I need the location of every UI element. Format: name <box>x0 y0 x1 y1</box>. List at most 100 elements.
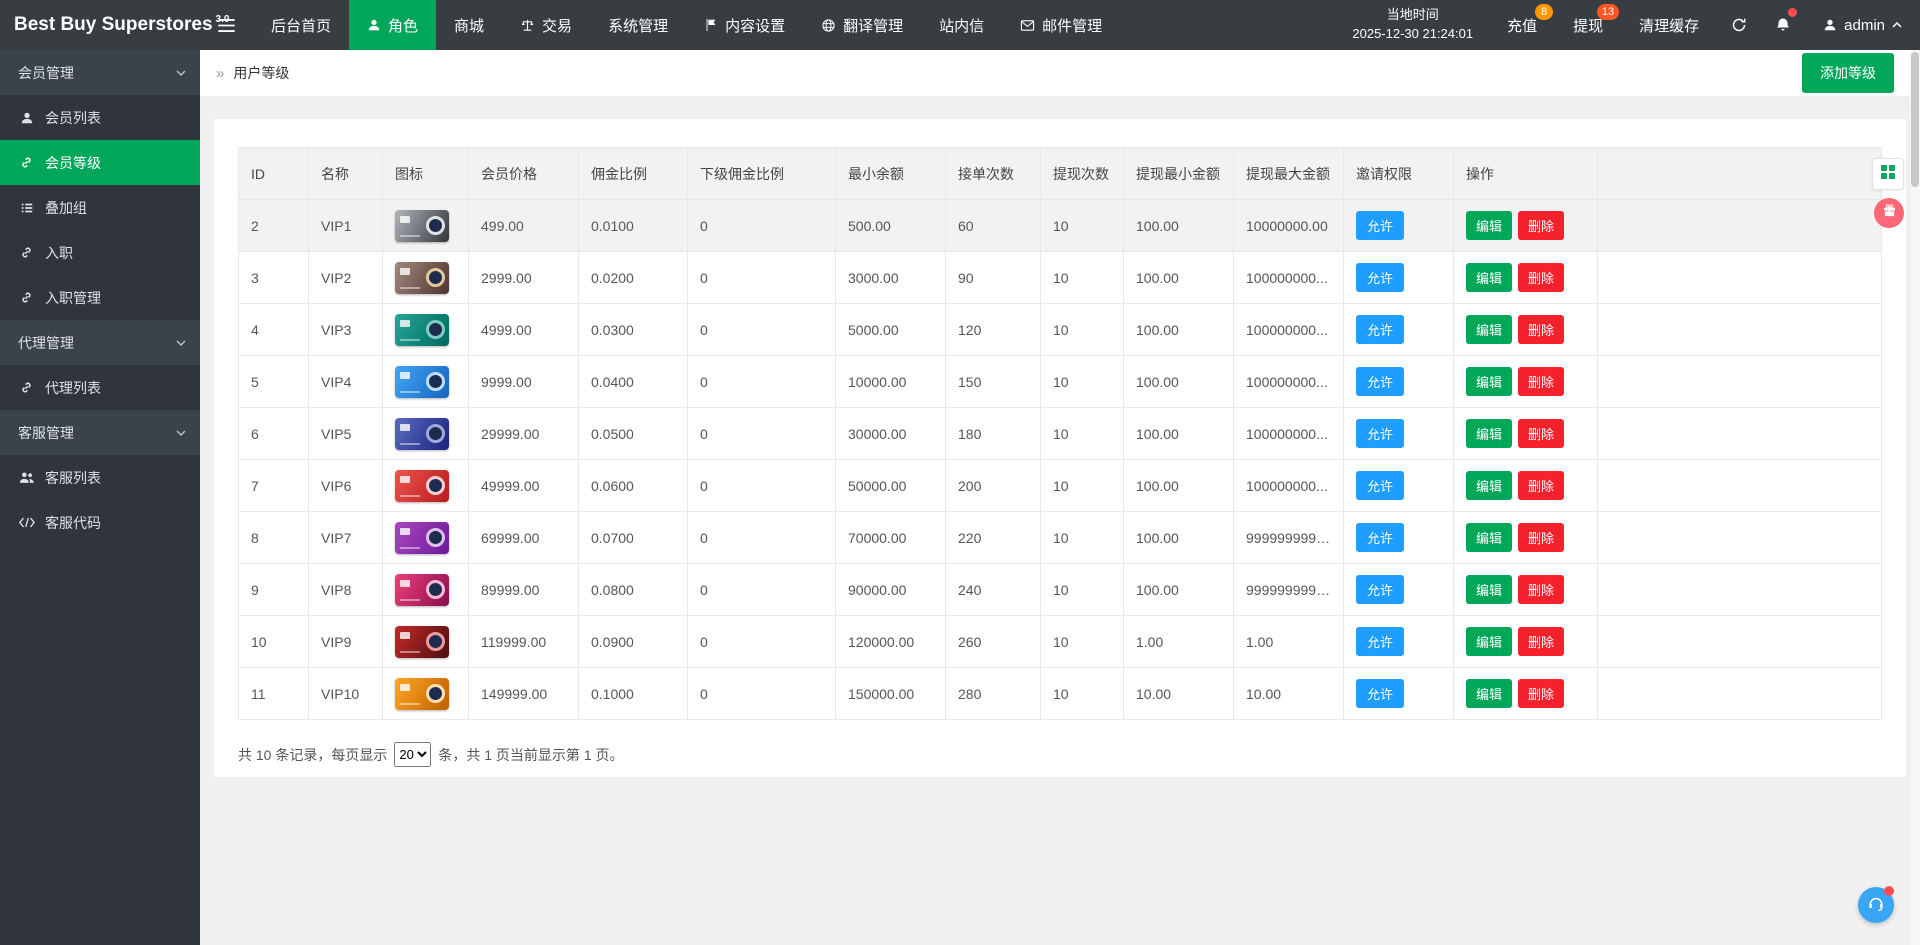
delete-button[interactable]: 删除 <box>1518 627 1565 656</box>
nav-item-messages[interactable]: 站内信 <box>921 0 1002 50</box>
clear-cache-button[interactable]: 清理缓存 <box>1621 0 1717 50</box>
recharge-button[interactable]: 充值 8 <box>1489 0 1555 50</box>
card-line <box>400 338 420 341</box>
breadcrumb: 用户等级 <box>233 65 290 81</box>
link-icon <box>18 156 35 169</box>
sidebar-item-member-management[interactable]: 会员管理 <box>0 50 200 95</box>
sidebar-item-service-list[interactable]: 客服列表 <box>0 455 200 500</box>
scrollbar-thumb[interactable] <box>1911 52 1919 187</box>
edit-button[interactable]: 编辑 <box>1466 523 1513 552</box>
card-coin <box>426 267 445 287</box>
nav-item-content[interactable]: 内容设置 <box>686 0 803 50</box>
delete-button[interactable]: 删除 <box>1518 367 1565 396</box>
cell-name: VIP8 <box>308 563 383 616</box>
allow-button[interactable]: 允许 <box>1356 315 1405 344</box>
delete-button[interactable]: 删除 <box>1518 419 1565 448</box>
customer-service-button[interactable] <box>1858 886 1894 923</box>
per-page-select[interactable]: 20 <box>394 742 432 767</box>
chevron-down-icon <box>176 429 186 436</box>
allow-button[interactable]: 允许 <box>1356 367 1405 396</box>
edit-button[interactable]: 编辑 <box>1466 679 1513 708</box>
local-time: 当地时间 2025-12-30 21:24:01 <box>1336 0 1489 50</box>
delete-button[interactable]: 删除 <box>1518 211 1565 240</box>
promo-float-button[interactable] <box>1874 198 1904 228</box>
cell-orders: 150 <box>945 355 1041 408</box>
add-level-button[interactable]: 添加等级 <box>1802 53 1894 93</box>
cell-orders: 120 <box>945 303 1041 356</box>
nav-item-trade[interactable]: 交易 <box>502 0 590 50</box>
allow-button[interactable]: 允许 <box>1356 211 1405 240</box>
sidebar-item-member-list[interactable]: 会员列表 <box>0 95 200 140</box>
edit-button[interactable]: 编辑 <box>1466 315 1513 344</box>
sidebar-item-stack-group[interactable]: 叠加组 <box>0 185 200 230</box>
allow-button[interactable]: 允许 <box>1356 679 1405 708</box>
edit-button[interactable]: 编辑 <box>1466 263 1513 292</box>
sidebar-item-service-management[interactable]: 客服管理 <box>0 410 200 455</box>
edit-button[interactable]: 编辑 <box>1466 627 1513 656</box>
nav-item-mall[interactable]: 商城 <box>436 0 502 50</box>
cell-max-withdraw: 10000000.00 <box>1233 199 1344 252</box>
allow-button[interactable]: 允许 <box>1356 263 1405 292</box>
cell-commission: 0.0800 <box>578 563 688 616</box>
navbar-right: 当地时间 2025-12-30 21:24:01 充值 8 提现 13 清理缓存 <box>1336 0 1920 50</box>
cell-filler <box>1597 667 1882 720</box>
cell-sub-commission: 0 <box>687 667 836 720</box>
table-row: 6 VIP5 29999.00 0.0500 0 30000.00 180 10 100.00 1… <box>238 407 1882 460</box>
nav-item-translate[interactable]: 翻译管理 <box>803 0 921 50</box>
sidebar-toggle-button[interactable] <box>200 0 253 50</box>
table-row: 3 VIP2 2999.00 0.0200 0 3000.00 90 10 100.00 1000… <box>238 251 1882 304</box>
allow-button[interactable]: 允许 <box>1356 627 1405 656</box>
nav-item-mail[interactable]: 邮件管理 <box>1002 0 1120 50</box>
delete-button[interactable]: 删除 <box>1518 679 1565 708</box>
cell-filler <box>1597 251 1882 304</box>
edit-button[interactable]: 编辑 <box>1466 471 1513 500</box>
delete-button[interactable]: 删除 <box>1518 575 1565 604</box>
sidebar-item-onboarding-management[interactable]: 入职管理 <box>0 275 200 320</box>
card-line <box>400 442 420 445</box>
nav-item-label: 后台首页 <box>271 17 332 35</box>
admin-menu[interactable]: admin <box>1805 0 1920 50</box>
delete-button[interactable]: 删除 <box>1518 523 1565 552</box>
delete-button[interactable]: 删除 <box>1518 315 1565 344</box>
cell-invite: 允许 <box>1343 407 1454 460</box>
sidebar-item-member-level[interactable]: 会员等级 <box>0 140 200 185</box>
allow-button[interactable]: 允许 <box>1356 419 1405 448</box>
sidebar-item-service-code[interactable]: 客服代码 <box>0 500 200 545</box>
sidebar-item-agent-management[interactable]: 代理管理 <box>0 320 200 365</box>
sidebar-item-agent-list[interactable]: 代理列表 <box>0 365 200 410</box>
edit-button[interactable]: 编辑 <box>1466 419 1513 448</box>
allow-button[interactable]: 允许 <box>1356 575 1405 604</box>
cell-price: 89999.00 <box>468 563 579 616</box>
user-icon <box>18 111 35 125</box>
cell-withdraw-times: 10 <box>1040 667 1124 720</box>
delete-button[interactable]: 删除 <box>1518 471 1565 500</box>
cell-icon <box>382 511 469 564</box>
cell-max-withdraw: 9999999999... <box>1233 511 1344 564</box>
nav-item-system[interactable]: 系统管理 <box>590 0 686 50</box>
cell-min-withdraw: 100.00 <box>1123 563 1234 616</box>
edit-button[interactable]: 编辑 <box>1466 575 1513 604</box>
edit-button[interactable]: 编辑 <box>1466 211 1513 240</box>
cell-icon <box>382 303 469 356</box>
withdraw-button[interactable]: 提现 13 <box>1555 0 1621 50</box>
cell-commission: 0.1000 <box>578 667 688 720</box>
cell-actions: 编辑 删除 <box>1453 511 1598 564</box>
cell-price: 4999.00 <box>468 303 579 356</box>
time-label: 当地时间 <box>1386 7 1439 23</box>
table-row: 4 VIP3 4999.00 0.0300 0 5000.00 120 10 100.00 100… <box>238 303 1882 356</box>
allow-button[interactable]: 允许 <box>1356 523 1405 552</box>
nav-item-dashboard[interactable]: 后台首页 <box>253 0 349 50</box>
nav-item-roles[interactable]: 角色 <box>349 0 437 50</box>
sidebar-item-onboarding[interactable]: 入职 <box>0 230 200 275</box>
delete-button[interactable]: 删除 <box>1518 263 1565 292</box>
cell-actions: 编辑 删除 <box>1453 407 1598 460</box>
edit-button[interactable]: 编辑 <box>1466 367 1513 396</box>
refresh-button[interactable] <box>1717 0 1761 50</box>
app-logo-text: Best Buy Superstores <box>14 14 213 35</box>
allow-button[interactable]: 允许 <box>1356 471 1405 500</box>
vertical-scrollbar[interactable] <box>1910 50 1920 945</box>
notifications-button[interactable] <box>1761 0 1805 50</box>
card-chip <box>400 579 410 587</box>
hamburger-icon <box>218 18 235 32</box>
column-settings-button[interactable] <box>1872 158 1904 190</box>
